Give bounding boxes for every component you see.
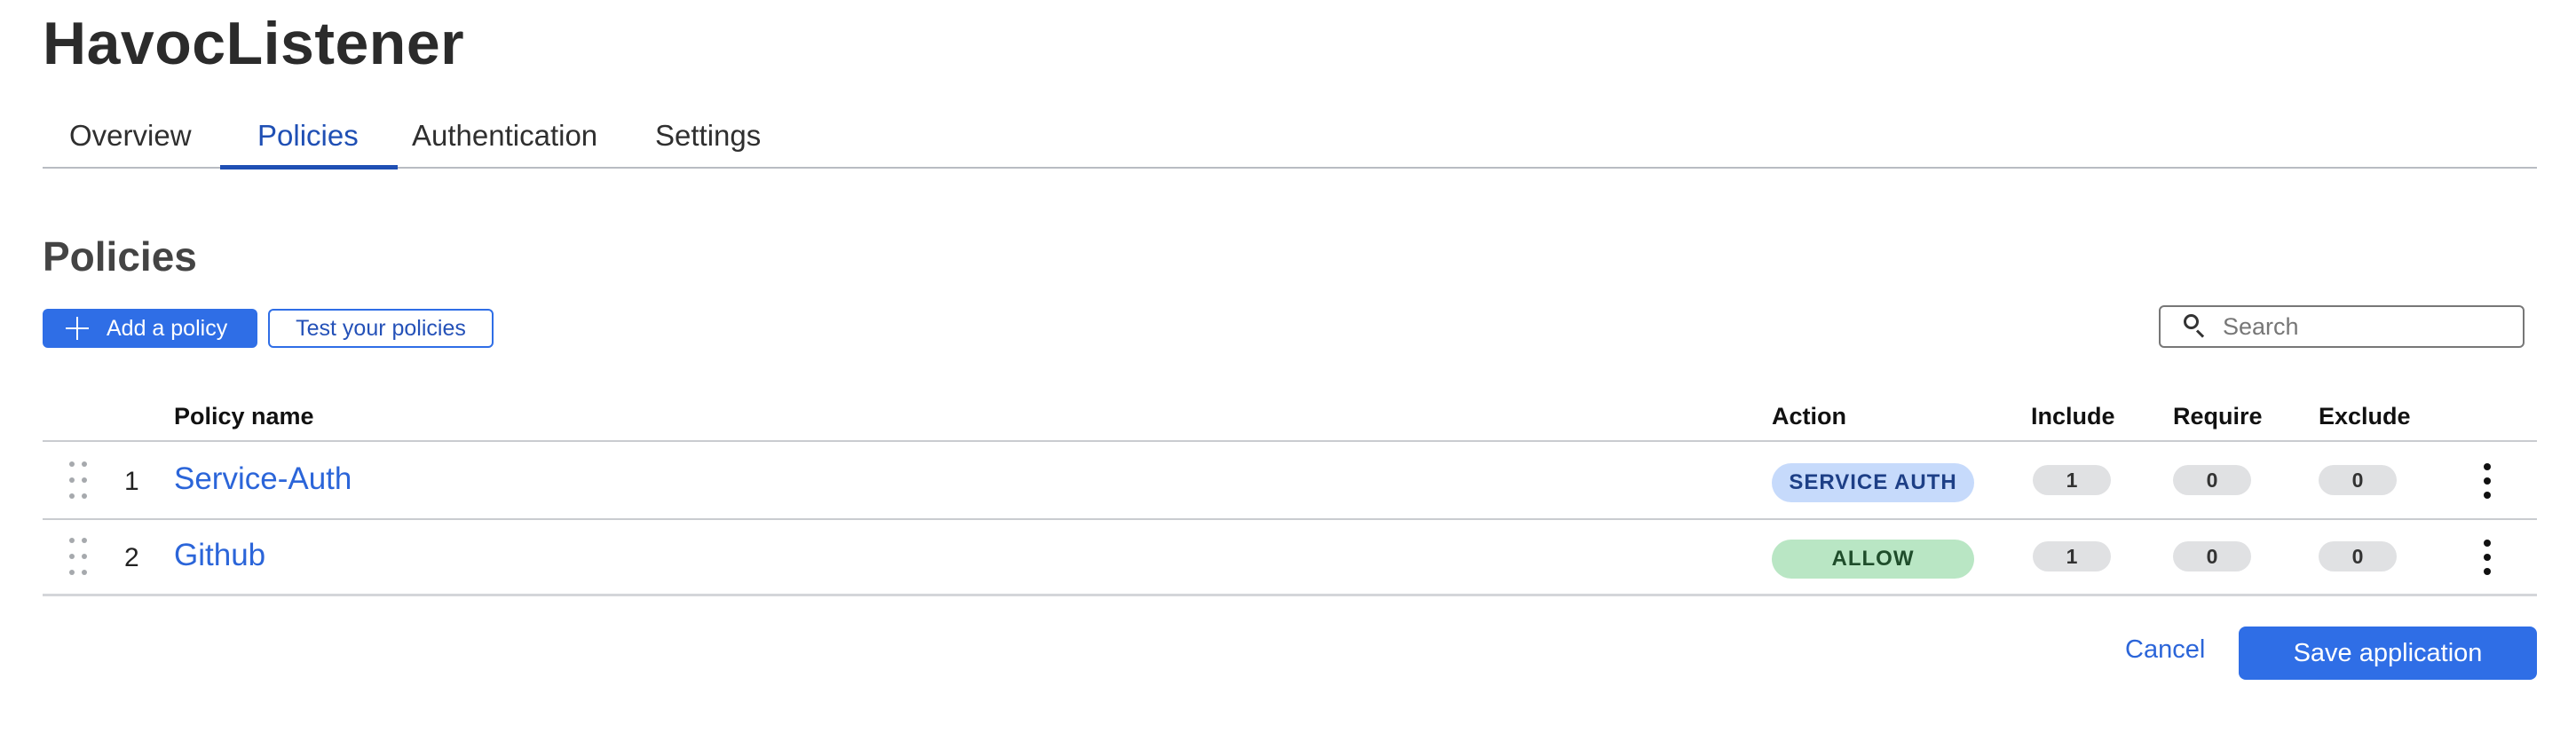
column-header-exclude: Exclude (2319, 403, 2411, 430)
tab-bar: Overview Policies Authentication Setting… (43, 106, 2537, 169)
action-badge: ALLOW (1772, 540, 1974, 579)
column-header-action: Action (1772, 403, 1846, 430)
tab-overview[interactable]: Overview (69, 119, 192, 153)
add-policy-label: Add a policy (107, 315, 228, 341)
include-count: 1 (2033, 541, 2111, 571)
table-header: Policy name Action Include Require Exclu… (43, 390, 2537, 442)
require-count: 0 (2173, 465, 2251, 495)
more-options-icon[interactable] (2477, 461, 2498, 500)
add-policy-button[interactable]: Add a policy (43, 309, 257, 348)
app-title: HavocListener (43, 10, 465, 77)
row-number: 2 (124, 543, 139, 572)
more-options-icon[interactable] (2477, 538, 2498, 577)
cancel-button[interactable]: Cancel (2125, 635, 2205, 665)
exclude-count: 0 (2319, 541, 2397, 571)
active-tab-indicator (220, 165, 398, 169)
policy-name-link[interactable]: Github (174, 538, 265, 573)
column-header-require: Require (2173, 403, 2263, 430)
exclude-count: 0 (2319, 465, 2397, 495)
drag-handle-icon[interactable] (69, 461, 87, 499)
table-row[interactable]: 2 Github ALLOW 1 0 0 (43, 520, 2537, 596)
tab-settings[interactable]: Settings (655, 119, 761, 153)
search-box (2159, 305, 2525, 348)
policy-name-link[interactable]: Service-Auth (174, 461, 352, 497)
tab-authentication[interactable]: Authentication (412, 119, 597, 153)
column-header-policy-name: Policy name (174, 403, 314, 430)
tab-policies[interactable]: Policies (257, 119, 359, 153)
include-count: 1 (2033, 465, 2111, 495)
test-policies-button[interactable]: Test your policies (268, 309, 494, 348)
plus-icon (66, 317, 89, 340)
section-title: Policies (43, 233, 197, 280)
search-input[interactable] (2223, 312, 2507, 341)
row-number: 1 (124, 467, 139, 496)
require-count: 0 (2173, 541, 2251, 571)
table-row[interactable]: 1 Service-Auth SERVICE AUTH 1 0 0 (43, 444, 2537, 520)
action-badge: SERVICE AUTH (1772, 463, 1974, 502)
column-header-include: Include (2031, 403, 2115, 430)
drag-handle-icon[interactable] (69, 538, 87, 575)
save-application-button[interactable]: Save application (2239, 627, 2537, 680)
search-icon (2184, 314, 2209, 339)
